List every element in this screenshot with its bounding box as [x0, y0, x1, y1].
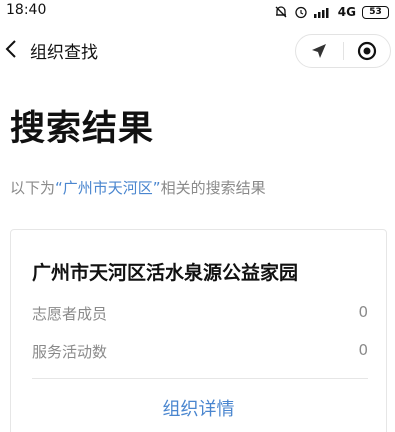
stat-row-activities: 服务活动数 0 — [32, 341, 368, 362]
nav-title: 组织查找 — [30, 43, 98, 63]
stat-label: 志愿者成员 — [32, 305, 108, 323]
network-type: 4G — [337, 5, 356, 19]
org-detail-link[interactable]: 组织详情 — [11, 395, 386, 421]
status-time: 18:40 — [6, 2, 47, 18]
stat-value: 0 — [358, 303, 368, 321]
signal-icon — [313, 6, 332, 18]
page-title: 搜索结果 — [10, 109, 155, 149]
stat-label: 服务活动数 — [32, 343, 108, 361]
battery-icon: 53 — [362, 5, 389, 19]
status-bar: 18:40 4G 53 — [0, 0, 395, 24]
search-keyword: “广州市天河区” — [55, 179, 161, 197]
alarm-icon — [294, 5, 308, 19]
chevron-left-icon[interactable] — [2, 38, 22, 60]
card-divider — [32, 378, 368, 379]
status-icons: 4G 53 — [274, 3, 389, 21]
record-target-icon[interactable] — [344, 35, 391, 67]
desc-suffix: 相关的搜索结果 — [160, 179, 266, 197]
stat-row-volunteers: 志愿者成员 0 — [32, 303, 368, 324]
desc-prefix: 以下为 — [10, 179, 56, 197]
org-name: 广州市天河区活水泉源公益家园 — [32, 262, 299, 284]
result-description: 以下为“广州市天河区”相关的搜索结果 — [10, 177, 266, 198]
stat-value: 0 — [358, 341, 368, 359]
location-arrow-icon[interactable] — [296, 35, 343, 67]
nav-bar: 组织查找 — [0, 26, 395, 72]
result-card: 广州市天河区活水泉源公益家园 志愿者成员 0 服务活动数 0 组织详情 — [10, 229, 387, 432]
capsule-menu — [295, 34, 391, 68]
mute-bell-icon — [274, 5, 288, 19]
